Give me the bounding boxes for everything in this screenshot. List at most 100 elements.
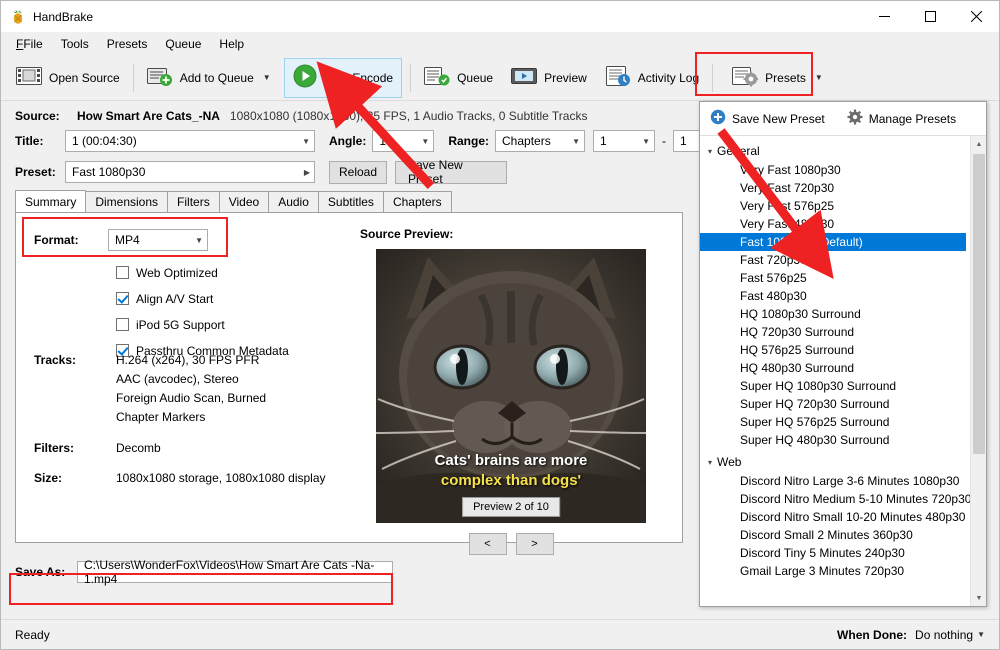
chevron-down-icon[interactable]: ▾	[708, 147, 712, 156]
scroll-down-icon[interactable]: ▼	[971, 590, 986, 606]
angle-select[interactable]: 1 ▼	[372, 130, 435, 152]
preset-item[interactable]: Fast 576p25	[700, 269, 986, 287]
menu-queue[interactable]: Queue	[156, 34, 210, 54]
when-done-label: When Done:	[837, 627, 908, 642]
tab-chapters-label: Chapters	[392, 195, 442, 209]
preset-item[interactable]: Super HQ 480p30 Surround	[700, 431, 986, 449]
preset-item[interactable]: Discord Tiny 5 Minutes 240p30	[700, 544, 986, 562]
preset-label: Preset:	[15, 165, 56, 179]
checkbox-web-optimized[interactable]	[116, 266, 129, 279]
start-encode-icon	[293, 64, 317, 91]
chapter-start-select[interactable]: 1 ▼	[593, 130, 656, 152]
menu-tools[interactable]: Tools	[52, 34, 98, 54]
when-done-value[interactable]: Do nothing	[915, 628, 973, 642]
tab-dimensions[interactable]: Dimensions	[85, 191, 169, 212]
tracks-row: Tracks: H.264 (x264), 30 FPS PFR AAC (av…	[34, 353, 266, 424]
source-preview-section: Source Preview: Cats' brains are more co…	[360, 227, 646, 555]
tab-summary[interactable]: Summary	[15, 190, 87, 212]
activity-log-button[interactable]: Activity Log	[596, 58, 708, 98]
preset-item[interactable]: Very Fast 576p25	[700, 197, 986, 215]
preview-subtitle-line2: complex than dogs'	[440, 472, 582, 489]
tab-subtitles[interactable]: Subtitles	[317, 191, 384, 212]
preview-prev-button[interactable]: <	[468, 533, 507, 555]
status-text: Ready	[15, 627, 50, 642]
close-button[interactable]	[953, 1, 999, 32]
preset-select[interactable]: Fast 1080p30 ▶	[65, 161, 315, 183]
open-source-button[interactable]: Open Source	[7, 58, 129, 98]
preset-item[interactable]: Super HQ 720p30 Surround	[700, 395, 986, 413]
presets-toolbar-button[interactable]: Presets ▼	[723, 58, 832, 98]
checkbox-align-av-start[interactable]	[116, 292, 129, 305]
track-item: H.264 (x264), 30 FPS PFR	[116, 353, 260, 367]
preset-item[interactable]: Gmail Large 3 Minutes 720p30	[700, 562, 986, 580]
menu-help[interactable]: Help	[210, 34, 253, 54]
menu-file[interactable]: FFile	[7, 34, 52, 54]
save-as-input[interactable]: C:\Users\WonderFox\Videos\How Smart Are …	[77, 558, 393, 586]
manage-presets-button[interactable]: Manage Presets	[847, 109, 956, 128]
add-to-queue-button[interactable]: Add to Queue ▼	[138, 58, 280, 98]
preset-group-general[interactable]: ▾ General	[700, 141, 986, 161]
preset-item[interactable]: Fast 720p30	[700, 251, 986, 269]
presets-list[interactable]: ▾ General Very Fast 1080p30 Very Fast 72…	[700, 136, 986, 606]
angle-select-value: 1	[379, 134, 387, 148]
preview-next-button[interactable]: >	[515, 533, 554, 555]
preview-subtitle-line1: Cats' brains are more	[434, 452, 588, 469]
tab-audio[interactable]: Audio	[268, 191, 319, 212]
preset-item[interactable]: HQ 720p30 Surround	[700, 323, 986, 341]
preset-item[interactable]: HQ 480p30 Surround	[700, 359, 986, 377]
presets-scroll-thumb[interactable]	[973, 154, 985, 454]
chevron-down-icon[interactable]: ▾	[708, 458, 712, 467]
checkbox-ipod-5g-support[interactable]	[116, 318, 129, 331]
menu-presets[interactable]: Presets	[98, 34, 157, 54]
menu-file-label: File	[23, 37, 43, 51]
format-select[interactable]: MP4 ▼	[108, 229, 208, 251]
status-bar: Ready When Done: Do nothing ▼	[1, 619, 999, 649]
chevron-down-icon[interactable]: ▼	[263, 73, 271, 82]
preset-item[interactable]: Very Fast 720p30	[700, 179, 986, 197]
chevron-down-icon[interactable]: ▼	[815, 73, 823, 82]
preset-item[interactable]: Discord Small 2 Minutes 360p30	[700, 526, 986, 544]
reload-button[interactable]: Reload	[329, 160, 387, 184]
preview-image[interactable]: Cats' brains are more complex than dogs'…	[376, 249, 646, 523]
maximize-button[interactable]	[907, 1, 953, 32]
preset-item[interactable]: Fast 480p30	[700, 287, 986, 305]
format-row: Format: MP4 ▼	[34, 229, 208, 251]
preset-item[interactable]: Very Fast 480p30	[700, 215, 986, 233]
preset-item[interactable]: Super HQ 576p25 Surround	[700, 413, 986, 431]
title-select-value: 1 (00:04:30)	[72, 134, 137, 148]
scroll-up-icon[interactable]: ▲	[971, 136, 986, 152]
tab-chapters[interactable]: Chapters	[382, 191, 452, 212]
preset-item[interactable]: HQ 576p25 Surround	[700, 341, 986, 359]
preset-item[interactable]: Discord Nitro Medium 5-10 Minutes 720p30	[700, 490, 986, 508]
size-value: 1080x1080 storage, 1080x1080 display	[116, 471, 326, 485]
preset-group-web-label: Web	[717, 455, 742, 469]
angle-label: Angle:	[329, 134, 367, 148]
save-new-preset-panel-button[interactable]: Save New Preset	[710, 109, 825, 128]
chevron-down-icon[interactable]: ▼	[977, 630, 985, 639]
option-align-av-start[interactable]: Align A/V Start	[116, 289, 289, 308]
tab-video[interactable]: Video	[218, 191, 270, 212]
open-source-icon	[16, 65, 42, 90]
option-ipod-5g-support[interactable]: iPod 5G Support	[116, 315, 289, 334]
option-web-optimized[interactable]: Web Optimized	[116, 263, 289, 282]
start-encode-button[interactable]: Start Encode	[283, 57, 403, 98]
save-new-preset-button[interactable]: Save New Preset	[395, 158, 507, 186]
minimize-button[interactable]	[861, 1, 907, 32]
preview-button[interactable]: Preview	[502, 58, 596, 98]
preset-item[interactable]: Discord Nitro Small 10-20 Minutes 480p30	[700, 508, 986, 526]
preset-item[interactable]: Discord Nitro Large 3-6 Minutes 1080p30	[700, 472, 986, 490]
title-select[interactable]: 1 (00:04:30) ▼	[65, 130, 315, 152]
title-bar: HandBrake	[1, 1, 999, 33]
preset-item[interactable]: Super HQ 1080p30 Surround	[700, 377, 986, 395]
preset-item[interactable]: Very Fast 1080p30	[700, 161, 986, 179]
preset-group-web[interactable]: ▾ Web	[700, 452, 986, 472]
range-select[interactable]: Chapters ▼	[495, 130, 586, 152]
menu-presets-label: Presets	[106, 37, 148, 51]
preset-item[interactable]: HQ 1080p30 Surround	[700, 305, 986, 323]
source-preview-title: Source Preview:	[360, 227, 454, 241]
presets-scrollbar[interactable]: ▲ ▼	[970, 136, 986, 606]
menu-queue-label: Queue	[165, 37, 202, 51]
preset-item-selected[interactable]: Fast 1080p30 (Default)	[700, 233, 966, 251]
tab-filters[interactable]: Filters	[167, 191, 220, 212]
queue-button[interactable]: Queue	[415, 58, 502, 98]
